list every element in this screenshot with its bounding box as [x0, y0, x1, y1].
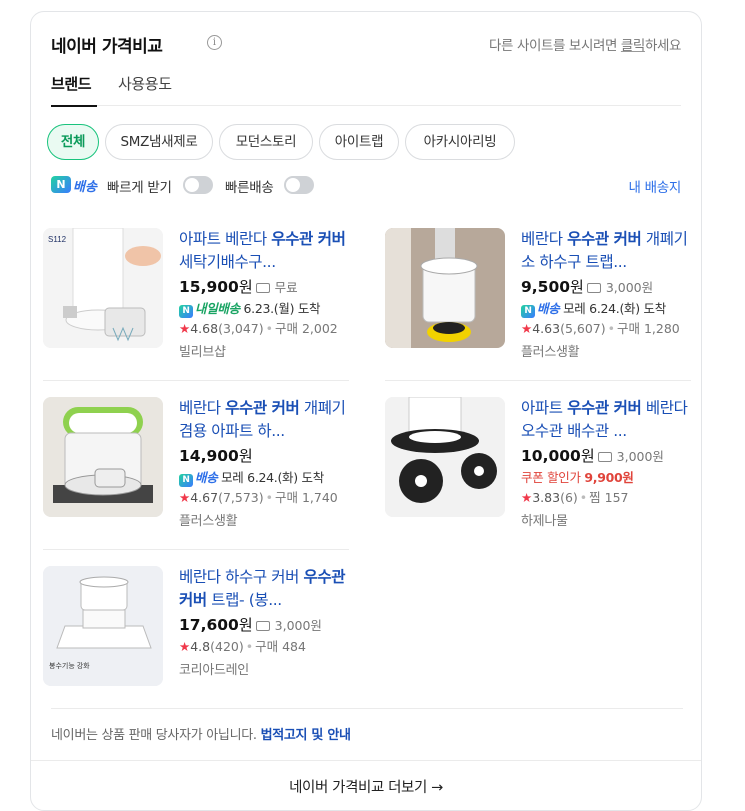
- star-icon: ★: [179, 490, 191, 505]
- product-price: 9,500: [521, 278, 571, 296]
- n-delivery-icon: N: [179, 305, 193, 318]
- info-icon[interactable]: i: [207, 35, 222, 50]
- price-compare-card: 네이버 가격비교 i 다른 사이트를 보시려면 클릭하세요 브랜드 사용용도 전…: [30, 11, 702, 811]
- seller-name[interactable]: 플러스생활: [521, 341, 691, 360]
- product-price: 15,900: [179, 278, 239, 296]
- divider: [385, 380, 691, 381]
- truck-icon: [586, 283, 601, 293]
- shipping-fee: 3,000원: [616, 449, 664, 464]
- coupon-label: 쿠폰 할인가: [521, 470, 581, 485]
- fast-receive-label: 빠르게 받기: [107, 180, 172, 196]
- chip-modernstory[interactable]: 모던스토리: [219, 124, 313, 160]
- seller-name[interactable]: 빌리브샵: [179, 341, 349, 360]
- product-name[interactable]: 베란다 하수구 커버 우수관 커버 트랩- (봉...: [179, 566, 349, 612]
- delivery-badge: 내일배송: [195, 301, 240, 316]
- tab-usage[interactable]: 사용용도: [118, 73, 172, 94]
- divider: [51, 708, 683, 709]
- delivery-date: 모레 6.24.(화) 도착: [563, 301, 666, 316]
- n-delivery-icon: N: [179, 474, 193, 487]
- more-link[interactable]: 네이버 가격비교 더보기 →: [31, 776, 701, 797]
- coupon-price: 9,900원: [584, 470, 634, 485]
- product-thumbnail[interactable]: [385, 397, 505, 517]
- seller-name[interactable]: 플러스생활: [179, 510, 349, 529]
- product-thumbnail[interactable]: 봉수기능 강화: [43, 566, 163, 686]
- delivery-toggles: N 배송 빠르게 받기 빠른배송 내 배송지: [51, 175, 681, 197]
- divider: [31, 760, 701, 761]
- thumb-label: 봉수기능 강화: [49, 661, 90, 670]
- n-delivery-text: 배송: [73, 180, 97, 195]
- star-icon: ★: [521, 490, 533, 505]
- thumb-label: S112: [48, 235, 67, 244]
- product-name[interactable]: 베란다 우수관 커버 개폐기 겸용 아파트 하...: [179, 397, 349, 443]
- product-thumbnail[interactable]: [385, 228, 505, 348]
- product-name[interactable]: 아파트 베란다 우수관 커버 세탁기배수구...: [179, 228, 349, 274]
- star-icon: ★: [521, 321, 533, 336]
- divider: [43, 549, 349, 550]
- seller-name[interactable]: 코리아드레인: [179, 659, 349, 678]
- star-icon: ★: [179, 639, 191, 654]
- delivery-date: 6.23.(월) 도착: [243, 301, 321, 316]
- chip-itrap[interactable]: 아이트랩: [319, 124, 399, 160]
- card-title: 네이버 가격비교: [51, 37, 163, 57]
- product-card[interactable]: S112 아파트 베란다 우수관 커버 세탁기배수구... 15,900원 무료 …: [43, 228, 349, 378]
- shipping-fee: 무료: [274, 280, 298, 295]
- legal-notice: 네이버는 상품 판매 당사자가 아닙니다. 법적고지 및 안내: [51, 728, 351, 743]
- product-card[interactable]: 아파트 우수관 커버 베란다 오수관 배수관 ... 10,000원 3,000원…: [385, 397, 691, 547]
- other-site-link[interactable]: 클릭: [621, 38, 645, 54]
- my-address-link[interactable]: 내 배송지: [629, 176, 682, 196]
- filter-tabs: 브랜드 사용용도: [51, 70, 681, 107]
- delivery-badge: 배송: [195, 470, 218, 485]
- product-thumbnail[interactable]: S112: [43, 228, 163, 348]
- shipping-fee: 3,000원: [605, 280, 654, 295]
- product-card[interactable]: 봉수기능 강화 베란다 하수구 커버 우수관 커버 트랩- (봉... 17,6…: [43, 566, 349, 716]
- tab-brand[interactable]: 브랜드: [51, 73, 92, 94]
- chip-smz[interactable]: SMZ냄새제로: [105, 124, 213, 160]
- fast-delivery-toggle[interactable]: [284, 176, 314, 194]
- chip-all[interactable]: 전체: [47, 124, 99, 160]
- shipping-fee: 3,000원: [274, 618, 322, 633]
- truck-icon: [255, 621, 270, 631]
- active-tab-indicator: [51, 105, 97, 107]
- product-price: 14,900: [179, 447, 239, 465]
- n-delivery-icon: N: [51, 176, 71, 193]
- truck-icon: [255, 283, 270, 293]
- delivery-date: 모레 6.24.(화) 도착: [221, 470, 324, 485]
- legal-link[interactable]: 법적고지 및 안내: [261, 728, 351, 743]
- star-icon: ★: [179, 321, 191, 336]
- product-card[interactable]: 베란다 우수관 커버 개폐기 겸용 아파트 하... 14,900원 N 배송 모…: [43, 397, 349, 547]
- n-delivery-icon: N: [521, 305, 535, 318]
- product-price: 17,600: [179, 616, 239, 634]
- product-price: 10,000: [521, 447, 581, 465]
- product-name[interactable]: 베란다 우수관 커버 개폐기 소 하수구 트랩...: [521, 228, 691, 274]
- product-card[interactable]: 베란다 우수관 커버 개폐기 소 하수구 트랩... 9,500원 3,000원 …: [385, 228, 691, 378]
- other-site-text: 다른 사이트를 보시려면 클릭하세요: [489, 38, 681, 54]
- chip-acacia[interactable]: 아카시아리빙: [405, 124, 515, 160]
- product-thumbnail[interactable]: [43, 397, 163, 517]
- delivery-badge: 배송: [537, 301, 560, 316]
- fast-receive-toggle[interactable]: [183, 176, 213, 194]
- product-name[interactable]: 아파트 우수관 커버 베란다 오수관 배수관 ...: [521, 397, 691, 443]
- seller-name[interactable]: 하제나물: [521, 510, 691, 529]
- card-header: 네이버 가격비교 i 다른 사이트를 보시려면 클릭하세요: [51, 32, 681, 58]
- truck-icon: [597, 452, 612, 462]
- fast-delivery-label: 빠른배송: [225, 180, 274, 196]
- divider: [43, 380, 349, 381]
